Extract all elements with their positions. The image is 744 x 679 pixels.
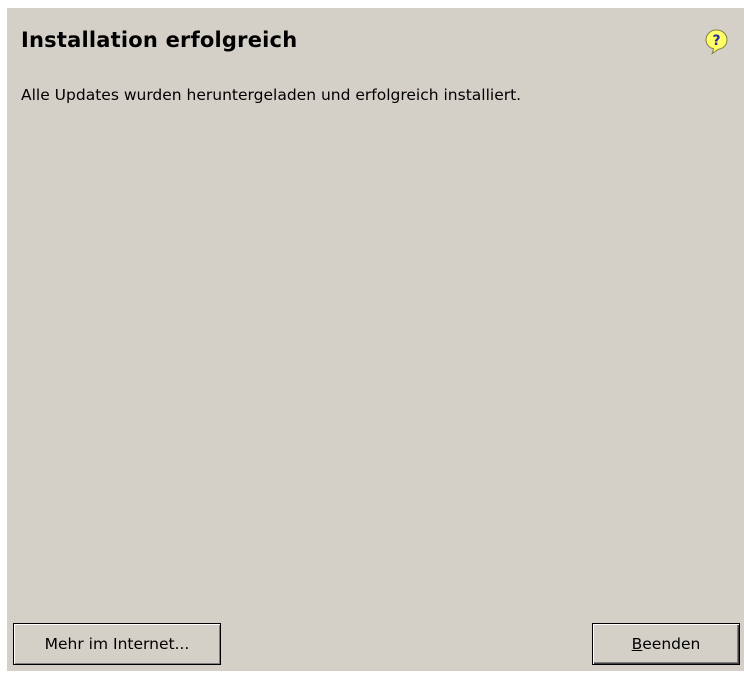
finish-label-rest: eenden <box>642 635 701 653</box>
svg-text:?: ? <box>712 33 720 49</box>
finish-button[interactable]: Beenden <box>592 623 740 665</box>
dialog-title: Installation erfolgreich <box>21 28 298 52</box>
more-on-internet-label: Mehr im Internet... <box>44 635 190 653</box>
status-message: Alle Updates wurden heruntergeladen und … <box>21 86 522 104</box>
installation-dialog: Installation erfolgreich ? Alle Updates … <box>7 8 744 671</box>
finish-label: Beenden <box>593 635 739 653</box>
help-icon[interactable]: ? <box>704 28 729 55</box>
question-mark-icon: ? <box>705 29 728 55</box>
finish-label-mnemonic: B <box>631 635 643 653</box>
more-on-internet-button[interactable]: Mehr im Internet... <box>13 623 221 665</box>
